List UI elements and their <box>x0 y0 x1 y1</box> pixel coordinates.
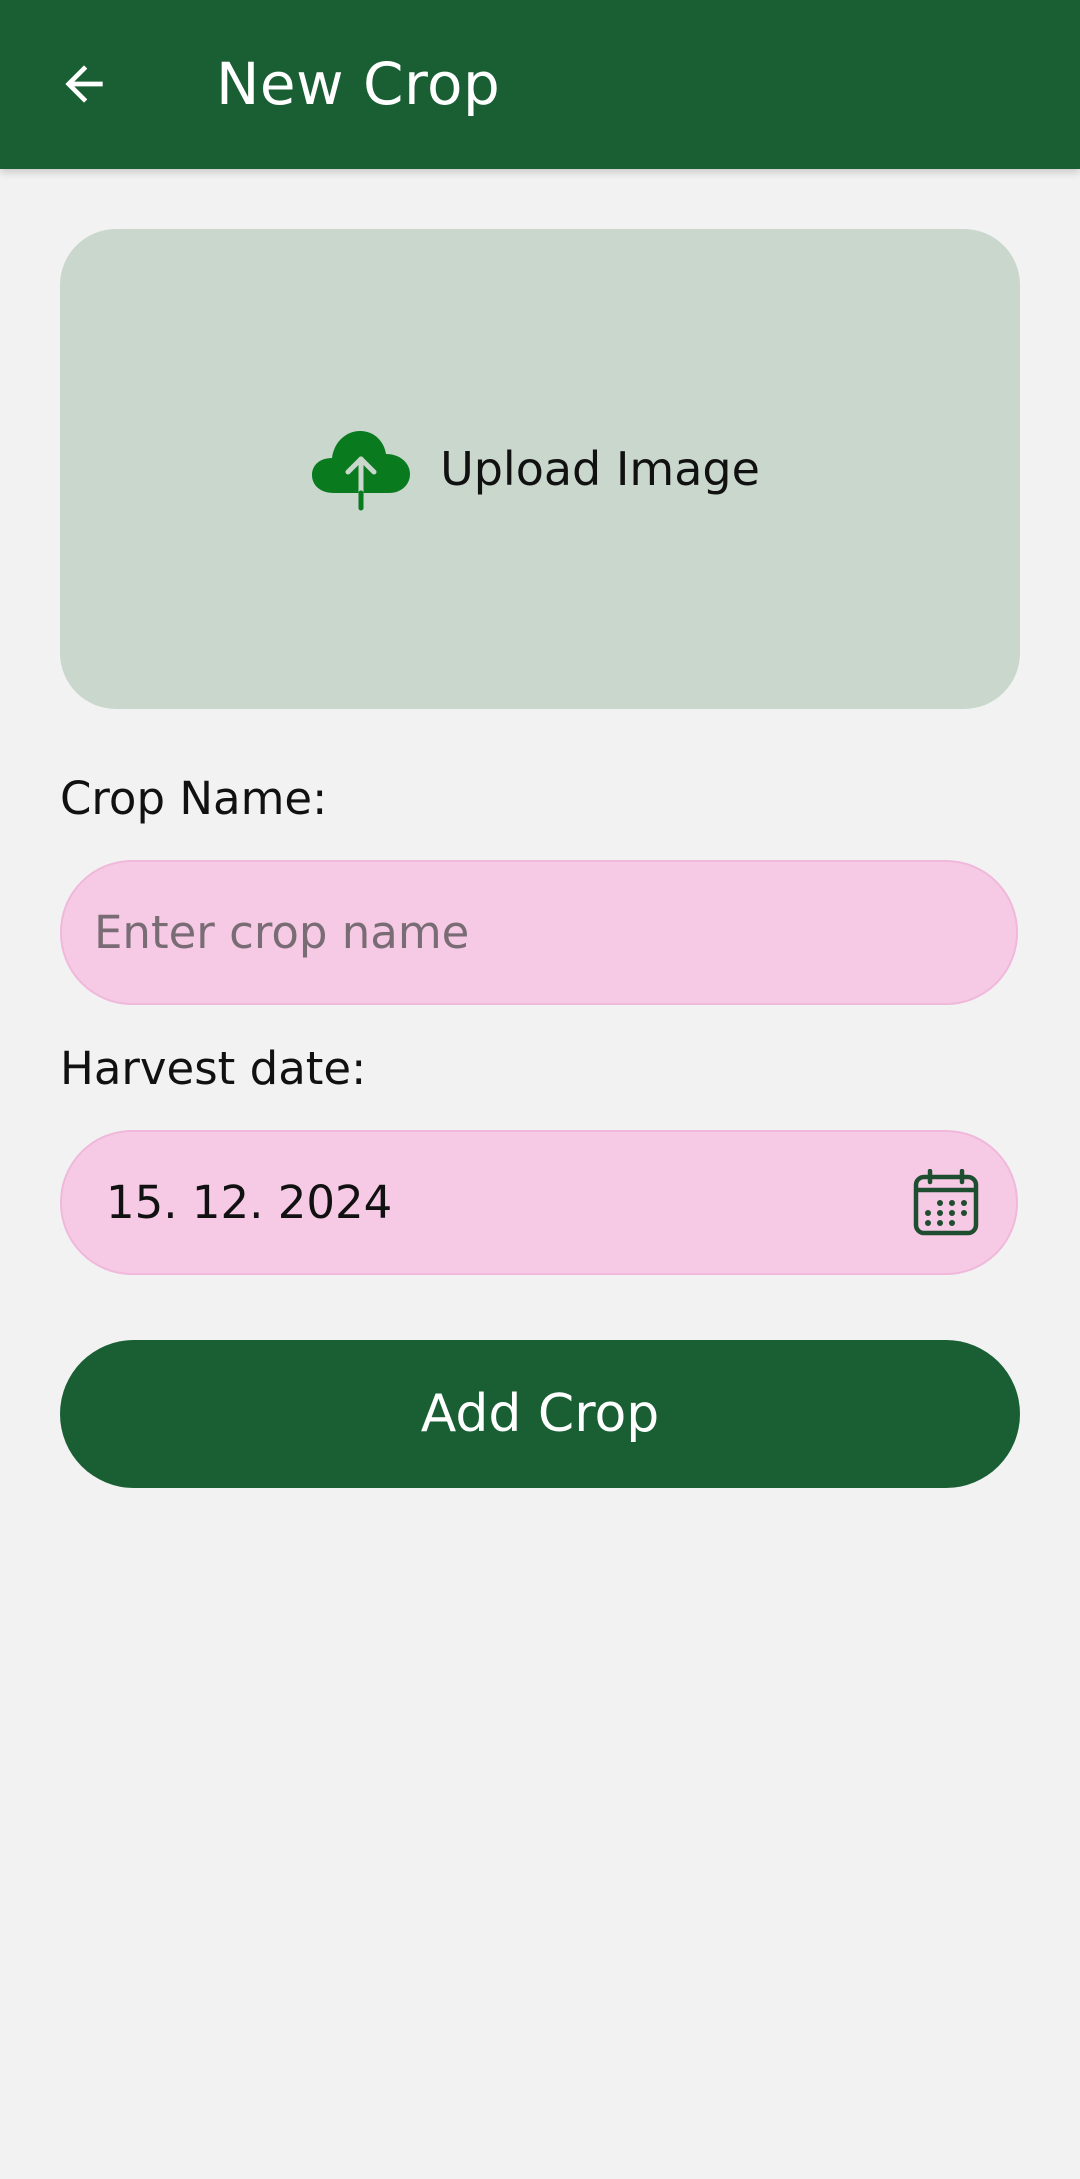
arrow-left-icon <box>65 65 103 103</box>
cloud-upload-icon <box>312 431 411 511</box>
harvest-date-value: 15. 12. 2024 <box>106 1176 393 1229</box>
app-bar: New Crop <box>0 0 1080 169</box>
harvest-date-field[interactable]: 15. 12. 2024 <box>60 1130 1018 1275</box>
page-title: New Crop <box>216 50 501 118</box>
calendar-button[interactable] <box>906 1163 986 1243</box>
harvest-date-label: Harvest date: <box>60 1042 367 1095</box>
upload-image-label: Upload Image <box>440 442 760 496</box>
crop-name-label: Crop Name: <box>60 772 328 825</box>
upload-content: Upload Image <box>312 427 760 511</box>
crop-name-field[interactable] <box>60 860 1018 1005</box>
crop-name-input[interactable] <box>62 862 1016 1003</box>
add-crop-button[interactable]: Add Crop <box>60 1340 1020 1488</box>
upload-image-area[interactable]: Upload Image <box>60 229 1020 709</box>
back-button[interactable] <box>44 44 124 124</box>
calendar-icon <box>913 1168 979 1235</box>
